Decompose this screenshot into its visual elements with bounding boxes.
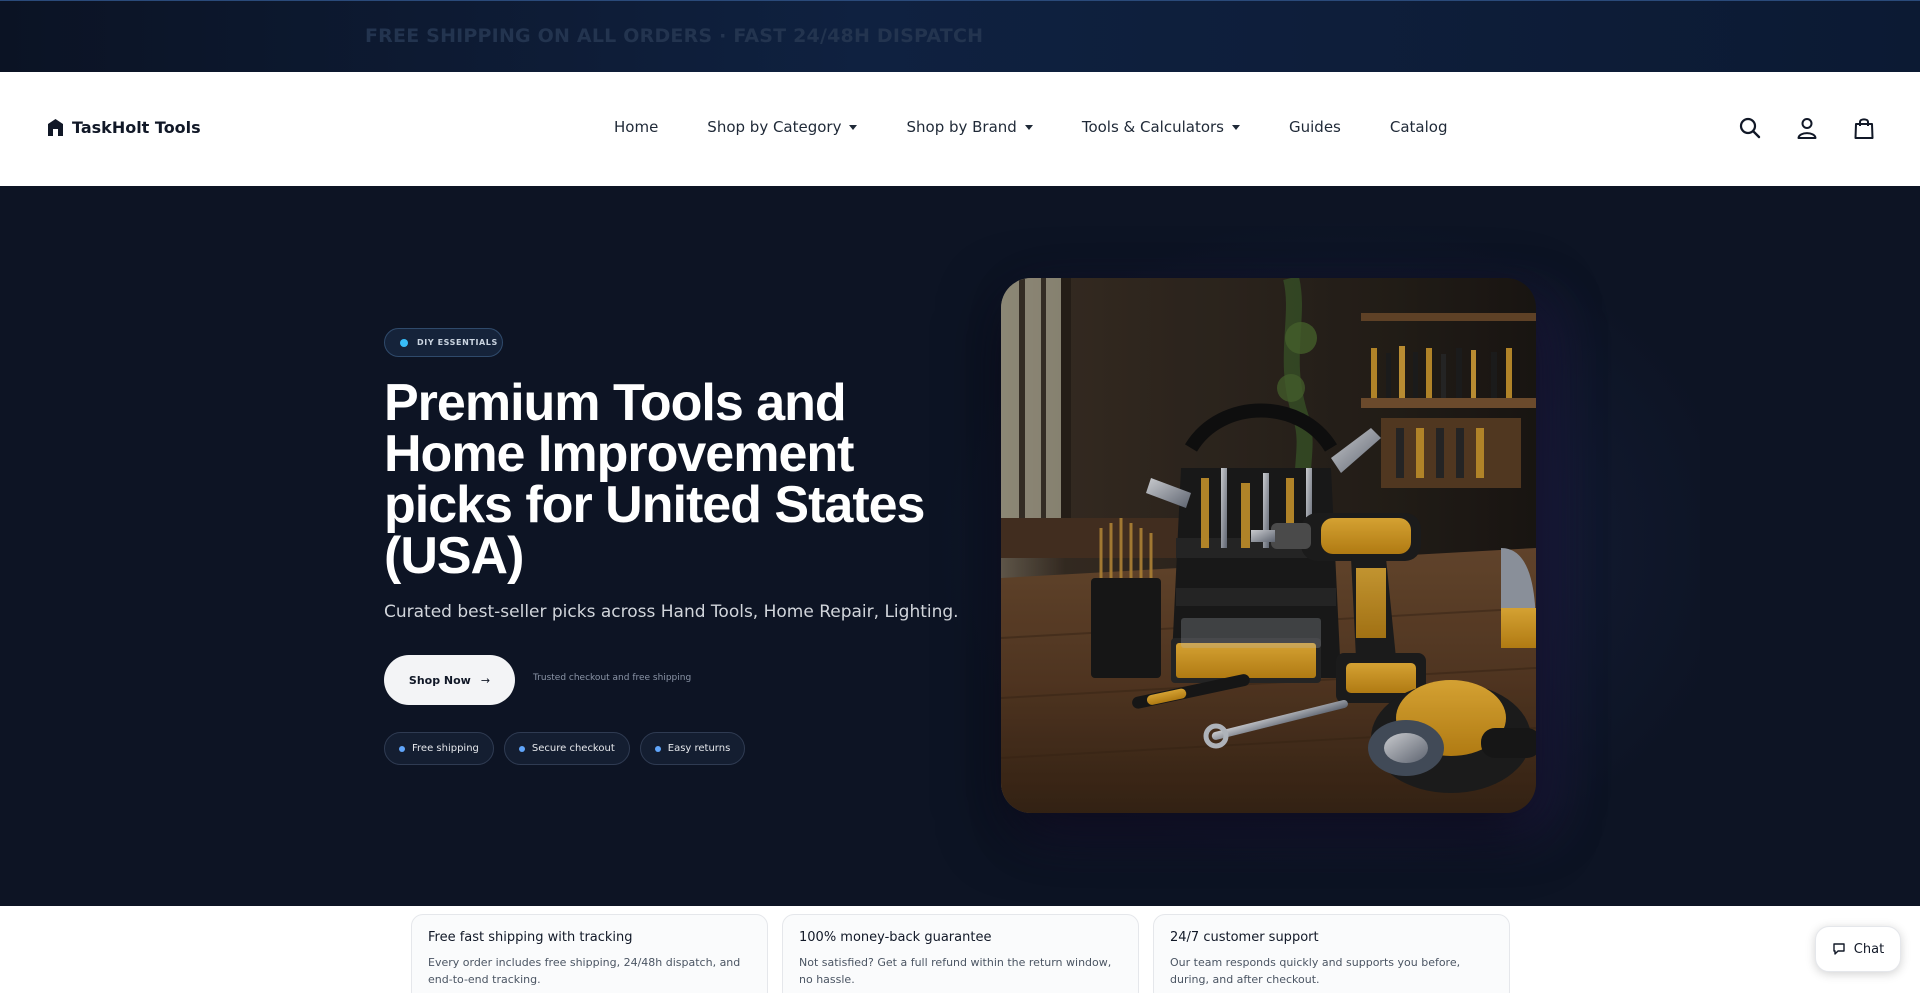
feature-title: 24/7 customer support bbox=[1170, 930, 1319, 945]
shop-now-label: Shop Now bbox=[408, 673, 471, 687]
feature-card-shipping: Free fast shipping with tracking Every o… bbox=[411, 914, 768, 993]
feature-card-guarantee: 100% money-back guarantee Not satisfied?… bbox=[782, 914, 1139, 993]
pill-dot bbox=[654, 745, 661, 752]
hero-title: Premium Tools and Home Improvement picks… bbox=[384, 374, 925, 585]
feature-body: Every order includes free shipping, 24/4… bbox=[428, 956, 741, 986]
hero-section: DIY ESSENTIALS Premium Tools and Home Im… bbox=[0, 186, 1920, 906]
nav-label: Guides bbox=[1289, 118, 1341, 136]
nav-label: Shop by Category bbox=[707, 118, 842, 136]
nav-label: Shop by Brand bbox=[906, 118, 1017, 136]
badge-dot bbox=[400, 338, 408, 347]
nav-home[interactable]: Home bbox=[614, 118, 658, 136]
shop-now-button[interactable]: Shop Now → bbox=[384, 655, 515, 705]
feature-body: Not satisfied? Get a full refund within … bbox=[799, 956, 1112, 986]
caret-down-icon bbox=[1024, 124, 1033, 130]
pill-easy-returns: Easy returns bbox=[639, 732, 746, 765]
nav-tools-calculators[interactable]: Tools & Calculators bbox=[1082, 118, 1240, 136]
hero-pills: Free shipping Secure checkout Easy retur… bbox=[384, 732, 746, 765]
pill-label: Free shipping bbox=[412, 743, 479, 754]
house-logo-icon bbox=[48, 119, 63, 136]
brand-logo[interactable]: TaskHolt Tools bbox=[48, 118, 201, 137]
nav-label: Catalog bbox=[1389, 118, 1448, 136]
nav-catalog[interactable]: Catalog bbox=[1390, 118, 1448, 136]
account-icon[interactable] bbox=[1795, 116, 1819, 140]
nav-guides[interactable]: Guides bbox=[1289, 118, 1341, 136]
pill-secure-checkout: Secure checkout bbox=[503, 732, 630, 765]
chat-button[interactable]: Chat bbox=[1815, 926, 1901, 972]
pill-dot bbox=[518, 745, 525, 752]
pill-label: Secure checkout bbox=[531, 743, 615, 754]
feature-title: Free fast shipping with tracking bbox=[428, 930, 633, 945]
hero-badge: DIY ESSENTIALS bbox=[384, 328, 503, 357]
caret-down-icon bbox=[1232, 124, 1240, 130]
hero-image bbox=[1001, 278, 1536, 813]
hero-subtitle: Curated best-seller picks across Hand To… bbox=[384, 602, 959, 622]
trusted-checkout-note: Trusted checkout and free shipping bbox=[533, 673, 692, 683]
nav-label: Tools & Calculators bbox=[1081, 118, 1224, 136]
brand-name: TaskHolt Tools bbox=[72, 118, 201, 137]
arrow-right-icon: → bbox=[480, 673, 491, 687]
pill-free-shipping: Free shipping bbox=[384, 732, 494, 765]
feature-card-support: 24/7 customer support Our team responds … bbox=[1153, 914, 1510, 993]
pill-label: Easy returns bbox=[667, 743, 731, 754]
pill-dot bbox=[399, 745, 405, 752]
nav-label: Home bbox=[614, 118, 659, 136]
main-nav: Home Shop by Category Shop by Brand Tool… bbox=[614, 118, 1496, 136]
feature-cards: Free fast shipping with tracking Every o… bbox=[0, 906, 1920, 993]
chat-label: Chat bbox=[1853, 941, 1885, 957]
search-icon[interactable] bbox=[1738, 116, 1762, 140]
announcement-bar: FREE SHIPPING ON ALL ORDERS · FAST 24/48… bbox=[0, 0, 1920, 72]
header-actions bbox=[1738, 116, 1876, 140]
feature-body: Our team responds quickly and supports y… bbox=[1170, 956, 1461, 986]
cart-icon[interactable] bbox=[1852, 116, 1876, 140]
site-header: TaskHolt Tools Home Shop by Category Sho… bbox=[0, 72, 1920, 186]
badge-text: DIY ESSENTIALS bbox=[417, 338, 498, 347]
nav-shop-by-brand[interactable]: Shop by Brand bbox=[906, 118, 1033, 136]
caret-down-icon bbox=[849, 124, 858, 130]
announcement-text: FREE SHIPPING ON ALL ORDERS · FAST 24/48… bbox=[365, 25, 984, 47]
tools-workbench-illustration bbox=[1001, 278, 1536, 813]
feature-title: 100% money-back guarantee bbox=[799, 930, 992, 945]
nav-shop-by-category[interactable]: Shop by Category bbox=[707, 118, 858, 136]
chat-bubble-icon bbox=[1833, 943, 1845, 955]
